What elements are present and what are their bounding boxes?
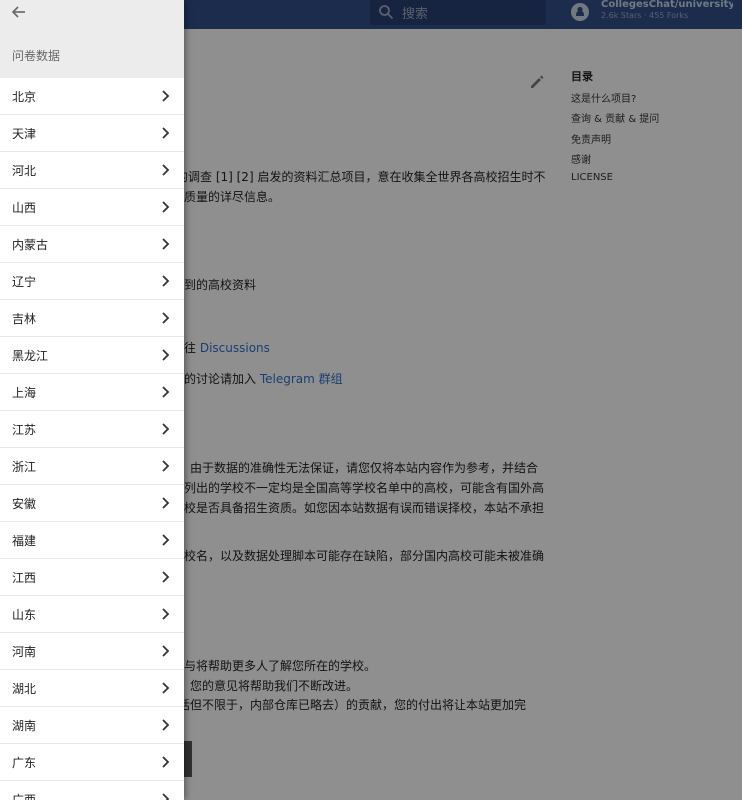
- drawer-item[interactable]: 内蒙古: [0, 226, 184, 263]
- chevron-right-icon: [162, 386, 170, 398]
- drawer-item-label: 内蒙古: [12, 238, 49, 252]
- drawer-item[interactable]: 山东: [0, 596, 184, 633]
- drawer-item-label: 山东: [12, 608, 37, 622]
- chevron-right-icon: [162, 349, 170, 361]
- drawer-item[interactable]: 上海: [0, 374, 184, 411]
- drawer-item[interactable]: 福建: [0, 522, 184, 559]
- chevron-right-icon: [162, 312, 170, 324]
- drawer-title: 问卷数据: [12, 49, 61, 63]
- chevron-right-icon: [162, 164, 170, 176]
- province-list: 北京天津河北山西内蒙古辽宁吉林黑龙江上海江苏浙江安徽福建江西山东河南湖北湖南广东…: [0, 78, 184, 800]
- drawer-item[interactable]: 安徽: [0, 485, 184, 522]
- drawer-item-label: 浙江: [12, 460, 37, 474]
- nav-drawer: 问卷数据 北京天津河北山西内蒙古辽宁吉林黑龙江上海江苏浙江安徽福建江西山东河南湖…: [0, 0, 184, 800]
- drawer-item[interactable]: 北京: [0, 78, 184, 115]
- drawer-item-label: 北京: [12, 90, 37, 104]
- drawer-item[interactable]: 江苏: [0, 411, 184, 448]
- drawer-header: 问卷数据: [0, 0, 184, 78]
- drawer-item[interactable]: 河北: [0, 152, 184, 189]
- drawer-item-label: 湖北: [12, 682, 37, 696]
- drawer-item[interactable]: 辽宁: [0, 263, 184, 300]
- drawer-item[interactable]: 江西: [0, 559, 184, 596]
- chevron-right-icon: [162, 645, 170, 657]
- back-arrow-icon[interactable]: [10, 3, 28, 21]
- chevron-right-icon: [162, 90, 170, 102]
- drawer-item[interactable]: 河南: [0, 633, 184, 670]
- chevron-right-icon: [162, 238, 170, 250]
- drawer-item-label: 黑龙江: [12, 349, 49, 363]
- chevron-right-icon: [162, 534, 170, 546]
- drawer-item[interactable]: 湖南: [0, 707, 184, 744]
- chevron-right-icon: [162, 497, 170, 509]
- chevron-right-icon: [162, 793, 170, 800]
- chevron-right-icon: [162, 127, 170, 139]
- drawer-item[interactable]: 浙江: [0, 448, 184, 485]
- chevron-right-icon: [162, 275, 170, 287]
- chevron-right-icon: [162, 201, 170, 213]
- drawer-item-label: 广西: [12, 793, 37, 800]
- drawer-item-label: 安徽: [12, 497, 37, 511]
- drawer-item-label: 福建: [12, 534, 37, 548]
- chevron-right-icon: [162, 571, 170, 583]
- drawer-item[interactable]: 吉林: [0, 300, 184, 337]
- chevron-right-icon: [162, 608, 170, 620]
- chevron-right-icon: [162, 719, 170, 731]
- drawer-item-label: 河南: [12, 645, 37, 659]
- drawer-item-label: 上海: [12, 386, 37, 400]
- drawer-item[interactable]: 黑龙江: [0, 337, 184, 374]
- drawer-item-label: 河北: [12, 164, 37, 178]
- drawer-item-label: 辽宁: [12, 275, 37, 289]
- drawer-item[interactable]: 山西: [0, 189, 184, 226]
- chevron-right-icon: [162, 682, 170, 694]
- chevron-right-icon: [162, 756, 170, 768]
- drawer-item-label: 山西: [12, 201, 37, 215]
- drawer-item[interactable]: 广西: [0, 781, 184, 800]
- drawer-item[interactable]: 湖北: [0, 670, 184, 707]
- drawer-item-label: 湖南: [12, 719, 37, 733]
- drawer-item-label: 江西: [12, 571, 37, 585]
- drawer-item[interactable]: 广东: [0, 744, 184, 781]
- drawer-item-label: 广东: [12, 756, 37, 770]
- drawer-item-label: 吉林: [12, 312, 37, 326]
- chevron-right-icon: [162, 423, 170, 435]
- drawer-item-label: 天津: [12, 127, 37, 141]
- drawer-item-label: 江苏: [12, 423, 37, 437]
- drawer-item[interactable]: 天津: [0, 115, 184, 152]
- chevron-right-icon: [162, 460, 170, 472]
